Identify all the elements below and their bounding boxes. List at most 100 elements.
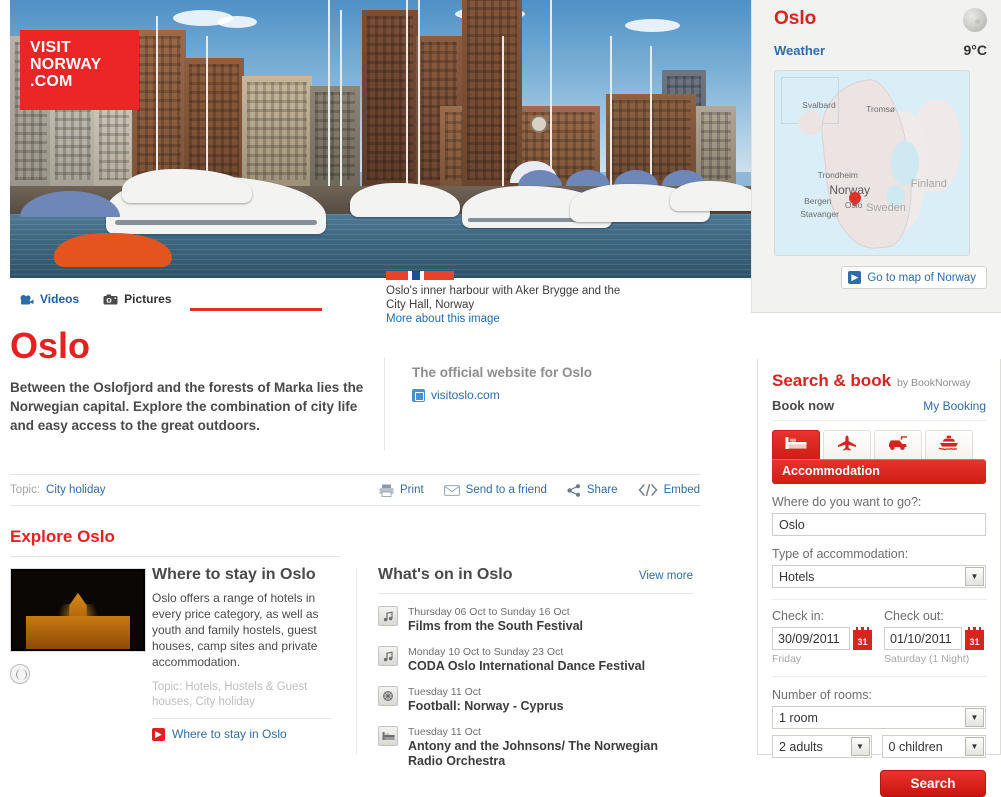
checkin-input[interactable] <box>772 627 850 650</box>
chevron-down-icon[interactable]: ▼ <box>965 708 984 727</box>
explore-heading: Explore Oslo <box>10 527 115 546</box>
search-book-heading: Search & book <box>772 371 892 390</box>
weather-temperature: 9°C <box>963 42 988 58</box>
divider <box>356 568 357 755</box>
booking-tab-ferry[interactable] <box>925 430 973 459</box>
chevron-right-icon: ▶ <box>848 271 862 284</box>
article-thumbnail[interactable] <box>10 568 146 652</box>
logo-line-2: NORWAY <box>30 56 102 73</box>
visitnorway-logo[interactable]: VISIT NORWAY .COM <box>20 30 139 110</box>
article-title[interactable]: Where to stay in Oslo <box>152 566 332 584</box>
booking-tab-car-rental[interactable] <box>874 430 922 459</box>
map-label-tromso: Tromsø <box>866 104 896 115</box>
logo-line-1: VISIT <box>30 39 72 56</box>
bed-icon <box>378 726 398 746</box>
list-item[interactable]: Monday 10 Oct to Sunday 23 Oct CODA Oslo… <box>378 646 693 674</box>
video-camera-icon <box>20 294 34 305</box>
booking-active-tab-label: Accommodation <box>772 459 986 484</box>
checkout-label: Check out: <box>884 609 944 623</box>
external-link-icon <box>412 388 425 402</box>
divider <box>10 556 340 557</box>
calendar-icon[interactable]: 31 <box>965 627 984 650</box>
map-label-svalbard: Svalbard <box>802 100 836 111</box>
list-item[interactable]: Tuesday 11 Oct Antony and the Johnsons/ … <box>378 726 693 769</box>
tab-videos[interactable]: Videos <box>10 287 94 311</box>
list-item[interactable]: Thursday 06 Oct to Sunday 16 Oct Films f… <box>378 606 693 634</box>
event-date: Tuesday 11 Oct <box>408 726 481 738</box>
event-title: Football: Norway - Cyprus <box>408 699 564 713</box>
search-button[interactable]: Search <box>880 770 986 797</box>
official-website-link-label: visitoslo.com <box>431 388 500 402</box>
event-title: CODA Oslo International Dance Festival <box>408 659 646 673</box>
caption-line-1: Oslo's inner harbour with Aker Brygge an… <box>386 285 621 297</box>
book-now-label: Book now <box>772 398 835 413</box>
booking-tabs <box>772 430 986 459</box>
whats-on-section: What's on in Oslo View more Thursday 06 … <box>378 566 693 769</box>
map-label-bergen: Bergen <box>804 196 832 207</box>
children-value: 0 children <box>888 739 943 754</box>
my-booking-link[interactable]: My Booking <box>923 399 986 413</box>
divider <box>772 676 986 677</box>
hero-image-oslo-harbour: VISIT NORWAY .COM <box>10 0 751 278</box>
code-icon <box>638 484 658 496</box>
weather-label: Weather <box>774 42 826 58</box>
share-button[interactable]: Share <box>567 483 618 497</box>
accommodation-type-select[interactable]: Hotels <box>772 565 986 588</box>
official-website-heading: The official website for Oslo <box>412 365 593 380</box>
divider <box>772 599 986 600</box>
booking-tab-accommodation[interactable] <box>772 430 820 459</box>
divider <box>152 718 332 719</box>
search-and-book-panel: Search & book by BookNorway Book now My … <box>757 359 1001 797</box>
checkout-input[interactable] <box>884 627 962 650</box>
send-to-friend-button[interactable]: Send to a friend <box>443 484 547 496</box>
article-body: Oslo offers a range of hotels in every p… <box>152 591 319 669</box>
destination-input[interactable] <box>772 513 986 536</box>
chevron-down-icon[interactable]: ▼ <box>965 567 984 586</box>
chevron-down-icon[interactable]: ▼ <box>965 737 984 756</box>
print-label: Print <box>400 484 424 496</box>
official-website-block: The official website for Oslo visitoslo.… <box>412 365 692 402</box>
list-item[interactable]: Tuesday 11 Oct Football: Norway - Cyprus <box>378 686 693 714</box>
adults-value: 2 adults <box>779 739 823 754</box>
caption-line-2: City Hall, Norway <box>386 299 475 311</box>
topic-row: Topic: City holiday <box>10 484 106 496</box>
rooms-select[interactable]: 1 room <box>772 706 986 729</box>
topic-value-link[interactable]: City holiday <box>46 484 105 496</box>
more-about-image-link[interactable]: More about this image <box>386 312 746 327</box>
event-date: Thursday 06 Oct to Sunday 16 Oct <box>408 606 570 618</box>
article-cta-link[interactable]: ▶ Where to stay in Oslo <box>152 727 332 741</box>
accommodation-type-label: Type of accommodation: <box>772 547 909 561</box>
map-label-oslo: Oslo <box>844 199 863 210</box>
go-to-map-button[interactable]: ▶ Go to map of Norway <box>841 266 987 289</box>
embed-label: Embed <box>663 484 700 496</box>
calendar-icon[interactable]: 31 <box>853 627 872 650</box>
map-label-sweden: Sweden <box>866 201 906 214</box>
checkin-weekday: Friday <box>772 653 802 665</box>
tab-pictures[interactable]: Pictures <box>93 287 186 311</box>
booking-tab-flights[interactable] <box>823 430 871 459</box>
page-lead: Between the Oslofjord and the forests of… <box>10 380 364 433</box>
date-fields: Check in: 31 Friday Check out: 31 Saturd… <box>772 609 986 665</box>
cloudy-moon-icon <box>963 8 987 32</box>
official-website-link[interactable]: visitoslo.com <box>412 388 692 402</box>
tab-pictures-label: Pictures <box>124 292 172 306</box>
share-label: Share <box>586 484 618 496</box>
photo-camera-icon <box>103 294 118 305</box>
map-label-stavanger: Stavanger <box>800 209 839 219</box>
hero-caption: Oslo's inner harbour with Aker Brygge an… <box>386 271 746 327</box>
print-button[interactable]: Print <box>379 484 424 497</box>
whats-on-view-more-link[interactable]: View more <box>639 570 693 582</box>
share-icon <box>567 483 581 497</box>
chevron-down-icon[interactable]: ▼ <box>850 737 870 756</box>
go-to-map-label: Go to map of Norway <box>867 271 976 284</box>
ferry-icon <box>938 435 960 456</box>
norway-map[interactable]: Svalbard Tromsø Trondheim Norway Bergen … <box>774 70 970 256</box>
checkin-label: Check in: <box>772 609 825 623</box>
divider <box>378 593 693 594</box>
embed-button[interactable]: Embed <box>638 484 700 496</box>
globe-icon[interactable] <box>10 664 30 684</box>
music-note-icon <box>378 606 398 626</box>
page-title: Oslo <box>10 325 91 366</box>
search-book-provider: by BookNorway <box>897 377 971 389</box>
event-title: Antony and the Johnsons/ The Norwegian R… <box>408 739 659 768</box>
